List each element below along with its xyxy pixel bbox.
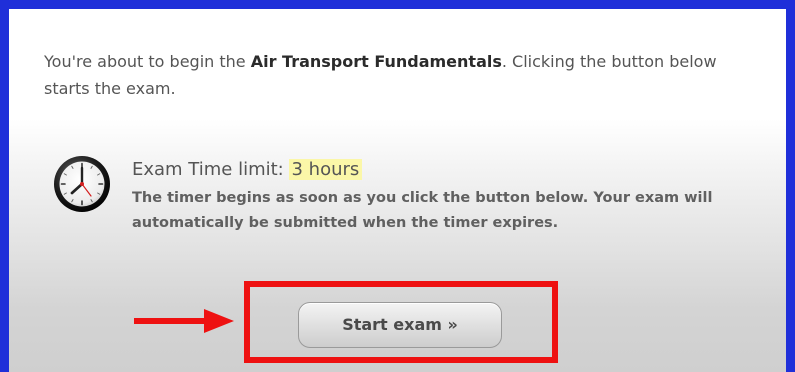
screenshot-frame-left (0, 0, 9, 372)
screenshot-frame-top (0, 0, 795, 9)
time-limit-value: 3 hours (289, 159, 363, 180)
screenshot-frame-right (786, 0, 795, 372)
clock-icon (54, 156, 110, 212)
intro-text: You're about to begin the Air Transport … (44, 48, 764, 102)
time-limit-label: Exam Time limit: (132, 159, 284, 180)
timer-description: The timer begins as soon as you click th… (132, 190, 713, 231)
exam-name: Air Transport Fundamentals (250, 52, 502, 71)
intro-prefix: You're about to begin the (44, 52, 251, 71)
red-arrow-icon (134, 309, 234, 333)
time-limit-title: Exam Time limit: 3 hours (132, 158, 363, 182)
start-exam-button[interactable]: Start exam » (298, 302, 502, 348)
